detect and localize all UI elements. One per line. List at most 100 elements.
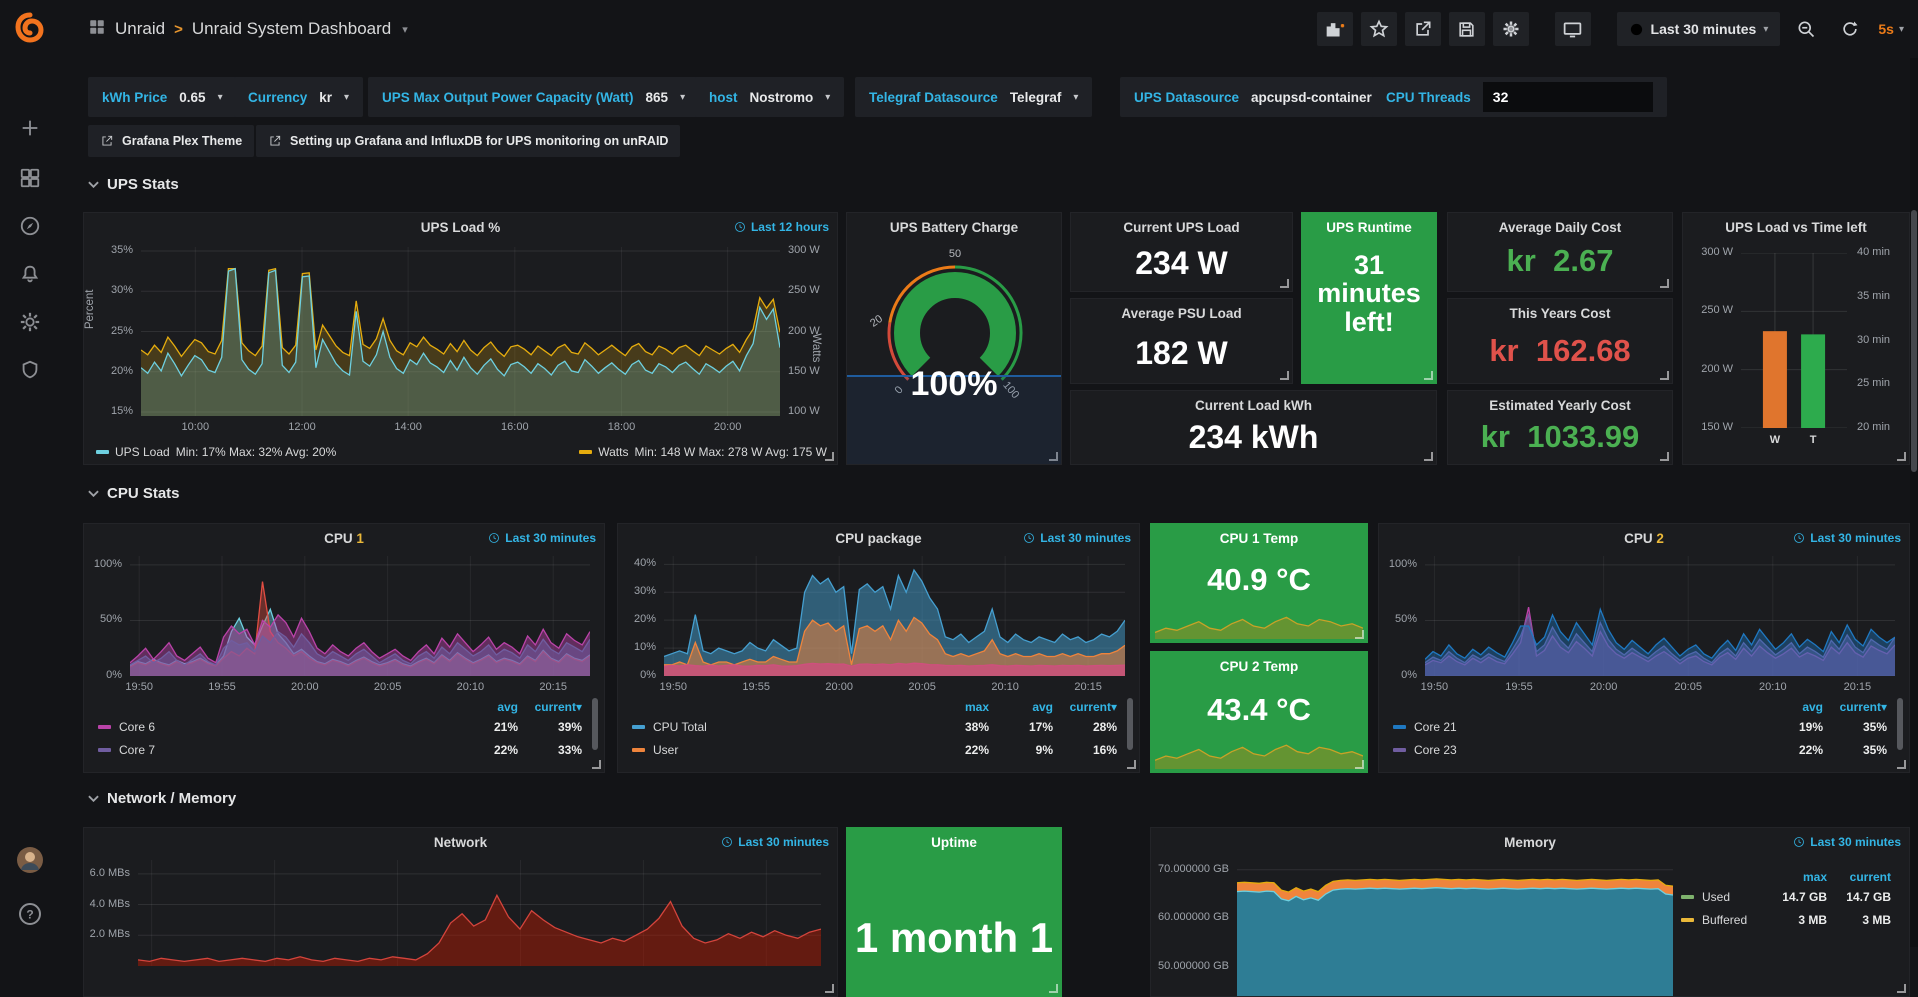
variable-label[interactable]: Telegraf Datasource xyxy=(869,90,998,105)
panel-this-years-cost: This Years Cost kr 162.68 xyxy=(1447,298,1673,384)
share-button[interactable] xyxy=(1405,12,1441,46)
server-admin-shield-icon[interactable] xyxy=(0,348,60,392)
panel-title[interactable]: UPS Load % xyxy=(84,220,837,235)
panel-title[interactable]: Average Daily Cost xyxy=(1448,220,1672,235)
variable-label[interactable]: kWh Price xyxy=(102,90,167,105)
section-cpu-stats[interactable]: CPU Stats xyxy=(88,485,180,502)
ups-bar-chart[interactable] xyxy=(1741,253,1847,428)
variable-value[interactable]: 0.65 xyxy=(179,90,205,105)
legend-col-avg[interactable]: avg xyxy=(454,700,518,714)
stat-value: kr 1033.99 xyxy=(1448,421,1672,454)
favorite-star-button[interactable] xyxy=(1361,12,1397,46)
legend-col-max[interactable]: max xyxy=(1763,870,1827,884)
alerting-bell-icon[interactable] xyxy=(0,252,60,296)
legend-col-current[interactable]: current▾ xyxy=(1823,700,1887,714)
chevron-down-icon[interactable]: ▾ xyxy=(825,92,830,103)
panel-network: Network Last 30 minutes 2.0 MBs4.0 MBs6.… xyxy=(83,827,838,997)
variable-label[interactable]: UPS Max Output Power Capacity (Watt) xyxy=(382,90,634,105)
legend-row[interactable]: Core 2119%35% xyxy=(1393,720,1887,734)
save-button[interactable] xyxy=(1449,12,1485,46)
time-range-picker[interactable]: Last 30 minutes ▾ xyxy=(1617,12,1781,46)
chevron-down-icon[interactable]: ▾ xyxy=(680,92,685,103)
series-name[interactable]: Watts xyxy=(598,445,628,459)
add-panel-button[interactable] xyxy=(1317,12,1353,46)
legend-row[interactable]: Core 722%33% xyxy=(98,743,582,757)
legend-row[interactable]: CPU Total38%17%28% xyxy=(632,720,1117,734)
panel-title[interactable]: UPS Runtime xyxy=(1302,220,1436,235)
legend-scrollbar[interactable] xyxy=(1897,698,1903,750)
panel-title[interactable]: This Years Cost xyxy=(1448,306,1672,321)
chevron-down-icon[interactable]: ▾ xyxy=(1073,92,1078,103)
variable-value[interactable]: Nostromo xyxy=(750,90,814,105)
axis-tick: 150 W xyxy=(1683,421,1733,433)
series-marker xyxy=(1681,918,1694,922)
legend-col-current[interactable]: current▾ xyxy=(1053,700,1117,714)
section-network-memory[interactable]: Network / Memory xyxy=(88,790,236,807)
panel-title[interactable]: UPS Battery Charge xyxy=(847,220,1061,235)
series-name[interactable]: UPS Load xyxy=(115,445,170,459)
link-ups-monitoring-guide[interactable]: Setting up Grafana and InfluxDB for UPS … xyxy=(256,125,680,157)
legend-scrollbar[interactable] xyxy=(592,698,598,750)
legend-col-avg[interactable]: avg xyxy=(989,700,1053,714)
cpu1-chart[interactable] xyxy=(130,556,590,676)
legend-scrollbar[interactable] xyxy=(1127,698,1133,750)
panel-title[interactable]: CPU 1 Temp xyxy=(1151,531,1367,546)
page-title[interactable]: Unraid System Dashboard xyxy=(192,19,391,39)
explore-icon[interactable] xyxy=(0,204,60,248)
panel-title[interactable]: Current Load kWh xyxy=(1071,398,1436,413)
title-caret-icon[interactable]: ▾ xyxy=(402,23,408,36)
create-icon[interactable] xyxy=(0,106,60,150)
legend-row[interactable]: Used14.7 GB14.7 GB xyxy=(1681,890,1891,904)
refresh-button[interactable] xyxy=(1832,12,1868,46)
page-scrollbar-thumb[interactable] xyxy=(1911,210,1917,472)
axis-tick: 0% xyxy=(1379,669,1417,681)
panel-title[interactable]: Average PSU Load xyxy=(1071,306,1292,321)
memory-chart[interactable] xyxy=(1237,860,1673,996)
network-chart[interactable] xyxy=(138,860,821,966)
grafana-logo-icon[interactable] xyxy=(0,2,60,54)
ups-load-chart[interactable] xyxy=(141,247,780,416)
refresh-interval-dropdown[interactable]: 5s ▾ xyxy=(1878,21,1904,37)
cycle-view-mode-button[interactable] xyxy=(1555,12,1591,46)
dashboard-settings-button[interactable] xyxy=(1493,12,1529,46)
variable-label[interactable]: UPS Datasource xyxy=(1134,90,1239,105)
legend-row[interactable]: Buffered3 MB3 MB xyxy=(1681,913,1891,927)
variable-value[interactable]: Telegraf xyxy=(1010,90,1062,105)
legend-col-avg[interactable]: avg xyxy=(1759,700,1823,714)
legend-col-current[interactable]: current▾ xyxy=(518,700,582,714)
cpu-package-chart[interactable] xyxy=(664,556,1125,676)
zoom-out-button[interactable] xyxy=(1788,12,1824,46)
avatar[interactable] xyxy=(0,838,60,882)
legend-col-max[interactable]: max xyxy=(925,700,989,714)
legend-row[interactable]: Core 621%39% xyxy=(98,720,582,734)
variable-label[interactable]: host xyxy=(709,90,738,105)
chevron-down-icon[interactable]: ▾ xyxy=(218,92,223,103)
cpu2-chart[interactable] xyxy=(1425,556,1895,676)
section-ups-stats[interactable]: UPS Stats xyxy=(88,176,179,193)
cpu-threads-input[interactable] xyxy=(1483,82,1653,112)
variable-label[interactable]: Currency xyxy=(248,90,307,105)
panel-title[interactable]: Current UPS Load xyxy=(1071,220,1292,235)
variable-label[interactable]: CPU Threads xyxy=(1386,90,1471,105)
help-icon[interactable]: ? xyxy=(0,892,60,936)
legend-row[interactable]: User22%9%16% xyxy=(632,743,1117,757)
dashboards-icon[interactable] xyxy=(0,156,60,200)
configuration-gear-icon[interactable] xyxy=(0,300,60,344)
variable-ups-datasource: UPS Datasource apcupsd-container ▾ xyxy=(1120,77,1403,117)
page-scrollbar[interactable] xyxy=(1910,0,1918,947)
variable-value[interactable]: kr xyxy=(319,90,332,105)
panel-cpu2-temp: CPU 2 Temp 43.4 °C xyxy=(1150,651,1368,773)
panel-title[interactable]: CPU 2 Temp xyxy=(1151,659,1367,674)
panel-title[interactable]: UPS Load vs Time left xyxy=(1683,220,1909,235)
legend-col-current[interactable]: current xyxy=(1827,870,1891,884)
variable-value[interactable]: apcupsd-container xyxy=(1251,90,1372,105)
panel-title[interactable]: Estimated Yearly Cost xyxy=(1448,398,1672,413)
chevron-down-icon[interactable]: ▾ xyxy=(344,92,349,103)
legend-row[interactable]: Core 2322%35% xyxy=(1393,743,1887,757)
clock-icon xyxy=(1793,836,1805,848)
panel-title[interactable]: Uptime xyxy=(847,835,1061,850)
variable-value[interactable]: 865 xyxy=(646,90,669,105)
link-grafana-plex-theme[interactable]: Grafana Plex Theme xyxy=(88,125,254,157)
breadcrumb-folder[interactable]: Unraid xyxy=(115,19,165,39)
axis-tick: 20:00 xyxy=(809,681,869,693)
